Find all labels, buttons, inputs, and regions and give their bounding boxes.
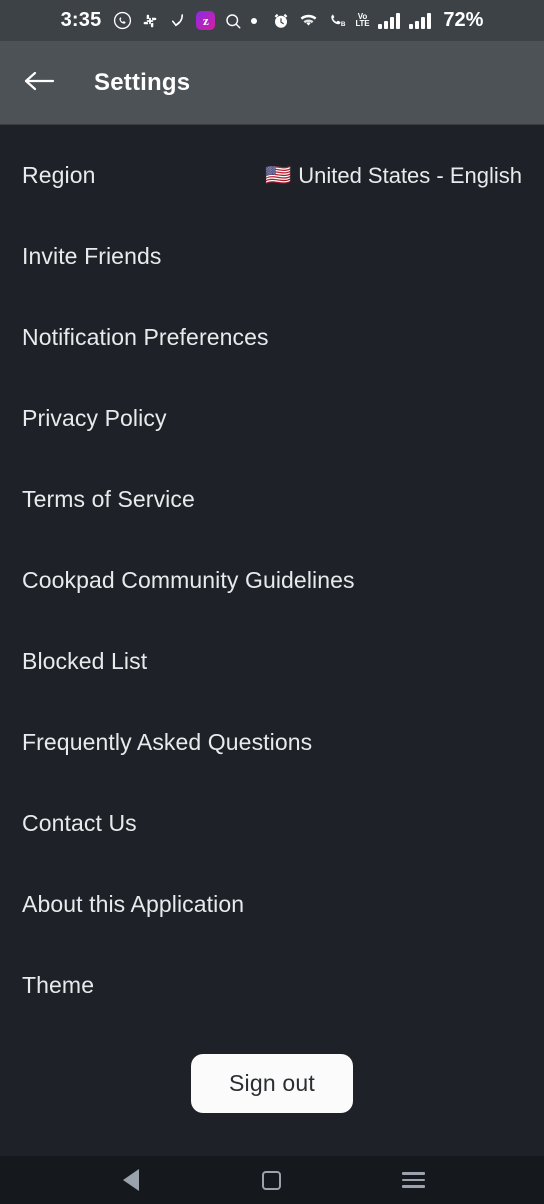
setting-label: Theme	[22, 972, 95, 998]
setting-row-frequently-asked-questions[interactable]: Frequently Asked Questions	[0, 702, 544, 783]
us-flag-icon: 🇺🇸	[265, 164, 292, 187]
volte-bottom: LTE	[355, 18, 370, 28]
signal-bars-icon-2	[409, 12, 432, 29]
region-value-text: United States - English	[298, 162, 522, 188]
recents-menu-icon	[401, 1172, 425, 1188]
home-square-icon	[262, 1170, 282, 1190]
page-title: Settings	[94, 69, 191, 96]
setting-row-notification-preferences[interactable]: Notification Preferences	[0, 297, 544, 378]
android-nav-bar	[0, 1156, 544, 1204]
setting-label: Blocked List	[22, 648, 148, 674]
nav-recents-button[interactable]	[386, 1160, 440, 1200]
battery-percentage: 72%	[443, 9, 484, 31]
search-icon	[224, 12, 242, 30]
nav-back-button[interactable]	[104, 1160, 158, 1200]
sign-out-container: Sign out	[0, 1054, 544, 1113]
nav-home-button[interactable]	[245, 1160, 299, 1200]
setting-label: Contact Us	[22, 810, 137, 836]
setting-label: Cookpad Community Guidelines	[22, 567, 355, 593]
dot-icon	[251, 17, 258, 24]
setting-row-invite-friends[interactable]: Invite Friends	[0, 216, 544, 297]
volte-icon: Vo LTE	[355, 12, 370, 28]
alarm-clock-icon	[272, 12, 290, 30]
setting-label: Invite Friends	[22, 243, 162, 269]
signal-bars-icon-1	[378, 12, 401, 29]
wifi-icon	[299, 11, 318, 30]
setting-row-about-this-application[interactable]: About this Application	[0, 864, 544, 945]
setting-row-privacy-policy[interactable]: Privacy Policy	[0, 378, 544, 459]
region-value: 🇺🇸 United States - English	[265, 163, 522, 189]
status-bar: 3:35 z B Vo LTE 72%	[0, 0, 544, 41]
setting-label: Notification Preferences	[22, 324, 269, 350]
call-icon: B	[327, 11, 346, 30]
setting-label: Frequently Asked Questions	[22, 729, 313, 755]
arrow-left-icon	[22, 69, 56, 98]
back-triangle-icon	[122, 1169, 139, 1191]
region-label: Region	[22, 162, 96, 188]
whatsapp-icon	[113, 11, 132, 30]
setting-row-contact-us[interactable]: Contact Us	[0, 783, 544, 864]
curved-arrow-icon	[168, 11, 187, 30]
sign-out-button[interactable]: Sign out	[191, 1054, 353, 1113]
setting-row-region[interactable]: Region 🇺🇸 United States - English	[0, 135, 544, 216]
back-button[interactable]	[22, 61, 66, 105]
setting-row-theme[interactable]: Theme	[0, 945, 544, 1026]
setting-label: Terms of Service	[22, 486, 195, 512]
setting-row-cookpad-community-guidelines[interactable]: Cookpad Community Guidelines	[0, 540, 544, 621]
zoom-icon: z	[196, 11, 216, 30]
phone-screen: 3:35 z B Vo LTE 72% Settings Region 🇺🇸 U…	[0, 0, 544, 1204]
settings-list: Region 🇺🇸 United States - English Invite…	[0, 125, 544, 1156]
svg-text:B: B	[341, 21, 346, 28]
setting-label: About this Application	[22, 891, 245, 917]
slack-icon	[141, 12, 159, 30]
status-bar-clock: 3:35	[60, 9, 102, 31]
setting-label: Privacy Policy	[22, 405, 167, 431]
setting-row-blocked-list[interactable]: Blocked List	[0, 621, 544, 702]
app-bar: Settings	[0, 41, 544, 125]
setting-row-terms-of-service[interactable]: Terms of Service	[0, 459, 544, 540]
